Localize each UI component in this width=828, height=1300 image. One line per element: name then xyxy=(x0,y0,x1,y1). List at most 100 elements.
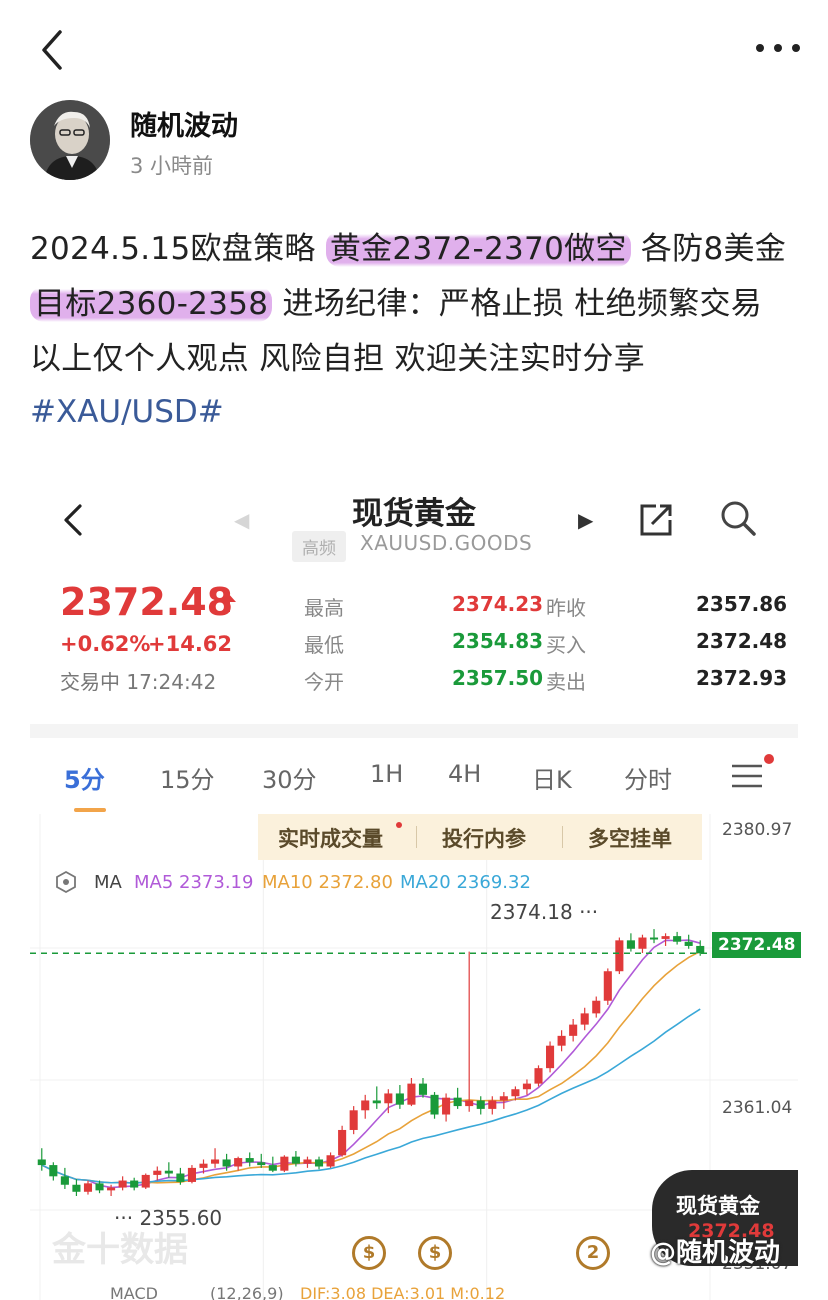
floating-quote-title: 现货黄金 xyxy=(676,1194,760,1218)
quote-title: 现货黄金 xyxy=(352,496,476,532)
toolbar-separator xyxy=(416,826,417,848)
ma5-value: MA5 2373.19 xyxy=(134,872,254,893)
candle-body xyxy=(569,1024,578,1036)
high-marker: 2374.18 ··· xyxy=(490,900,599,924)
stat-label-open: 今开 xyxy=(304,670,344,694)
stat-value-ask: 2372.93 xyxy=(696,666,788,690)
event-coin-icon[interactable]: $ xyxy=(418,1236,452,1270)
toolbar-new-dot xyxy=(396,822,402,828)
next-instrument-icon[interactable]: ▶ xyxy=(578,508,593,532)
candle-body xyxy=(430,1094,439,1115)
candle-body xyxy=(557,1035,566,1046)
candle-body xyxy=(546,1045,555,1069)
candle-body xyxy=(130,1180,139,1188)
candle-body xyxy=(280,1156,289,1171)
more-options-icon[interactable] xyxy=(752,38,804,58)
stat-label-prev-close: 昨收 xyxy=(546,596,586,620)
candle-body xyxy=(649,937,659,940)
candle-body xyxy=(326,1155,335,1167)
author-watermark: @随机波动 xyxy=(650,1238,781,1268)
candle-body xyxy=(499,1096,508,1101)
stat-value-high: 2374.23 xyxy=(452,592,544,616)
toolbar-bank-insights[interactable]: 投行内参 xyxy=(442,823,526,853)
candle-body xyxy=(291,1156,300,1164)
candle-body xyxy=(511,1089,520,1097)
data-provider-watermark: 金十数据 xyxy=(52,1230,188,1270)
tab-daily[interactable]: 日K xyxy=(532,760,572,795)
candle-body xyxy=(534,1068,543,1084)
notification-dot xyxy=(764,754,774,764)
ma20-value: MA20 2369.32 xyxy=(400,872,531,893)
macd-params: (12,26,9) xyxy=(210,1284,284,1300)
candle-body xyxy=(257,1162,266,1166)
candle-body xyxy=(338,1129,347,1156)
stat-value-open: 2357.50 xyxy=(452,666,544,690)
candle-body xyxy=(83,1183,93,1192)
post-text-part: 2024.5.15欧盘策略 xyxy=(30,231,326,267)
ma5-line xyxy=(41,939,701,1189)
ma10-line xyxy=(41,950,701,1184)
stat-label-ask: 卖出 xyxy=(546,670,586,694)
tab-4h[interactable]: 4H xyxy=(448,760,481,788)
ma20-line xyxy=(41,1008,701,1184)
ma10-value: MA10 2372.80 xyxy=(262,872,393,893)
candle-body xyxy=(626,940,635,949)
change-percent: +0.62% xyxy=(60,632,151,656)
menu-icon[interactable] xyxy=(730,762,764,790)
toolbar-separator xyxy=(562,826,563,848)
avatar[interactable] xyxy=(30,100,110,180)
candle-body xyxy=(164,1170,173,1174)
candle-body xyxy=(361,1100,370,1111)
tab-1h[interactable]: 1H xyxy=(370,760,403,788)
candle-body xyxy=(303,1159,312,1164)
stat-label-bid: 买入 xyxy=(546,633,586,657)
current-price: 2372.48 xyxy=(60,580,234,624)
candle-body xyxy=(141,1174,150,1188)
last-price-tag: 2372.48 xyxy=(712,932,802,958)
candle-body xyxy=(407,1083,416,1105)
candle-body xyxy=(176,1173,185,1182)
candle-body xyxy=(118,1180,127,1188)
back-arrow-icon[interactable] xyxy=(34,26,74,74)
event-count-icon[interactable]: 2 xyxy=(576,1236,610,1270)
candle-body xyxy=(696,945,705,954)
frequency-badge: 高频 xyxy=(292,531,346,562)
candle-body xyxy=(442,1097,451,1115)
candle-body xyxy=(60,1176,69,1185)
tab-30min[interactable]: 30分 xyxy=(262,760,317,795)
toolbar-realtime-volume[interactable]: 实时成交量 xyxy=(278,823,383,853)
search-icon[interactable] xyxy=(718,498,758,538)
candle-body xyxy=(488,1100,497,1109)
hashtag-link[interactable]: #XAU/USD# xyxy=(30,394,224,430)
candle-body xyxy=(522,1083,531,1090)
stat-value-prev-close: 2357.86 xyxy=(696,592,788,616)
candle-body xyxy=(395,1093,404,1105)
candle-body xyxy=(684,941,693,946)
candle-body xyxy=(49,1165,58,1177)
toolbar-order-book[interactable]: 多空挂单 xyxy=(588,823,672,853)
highlighted-target: 目标2360-2358 xyxy=(30,286,273,322)
username[interactable]: 随机波动 xyxy=(130,104,238,143)
macd-label[interactable]: MACD xyxy=(110,1284,158,1300)
candle-body xyxy=(349,1110,358,1130)
y-axis-label-mid: 2361.04 xyxy=(722,1098,793,1118)
indicator-settings-icon[interactable] xyxy=(54,870,78,894)
candle-body xyxy=(418,1083,428,1095)
share-external-icon[interactable] xyxy=(636,500,676,540)
tab-5min[interactable]: 5分 xyxy=(64,760,105,795)
high-marker-value: 2374.18 xyxy=(490,900,573,924)
tab-intraday[interactable]: 分时 xyxy=(624,760,672,795)
macd-values: DIF:3.08 DEA:3.01 M:0.12 xyxy=(300,1284,506,1300)
event-coin-icon[interactable]: $ xyxy=(352,1236,386,1270)
y-axis-label-top: 2380.97 xyxy=(722,820,793,840)
candle-body xyxy=(592,1000,601,1014)
post-text-part: 各防8美金 xyxy=(630,231,787,267)
tab-15min[interactable]: 15分 xyxy=(160,760,215,795)
post-timestamp: 3 小時前 xyxy=(130,154,214,178)
candle-body xyxy=(661,936,670,939)
previous-instrument-icon[interactable]: ◀ xyxy=(234,508,249,532)
active-tab-indicator xyxy=(74,808,106,812)
candle-body xyxy=(72,1184,81,1192)
section-divider xyxy=(30,724,798,738)
stat-value-low: 2354.83 xyxy=(452,629,544,653)
